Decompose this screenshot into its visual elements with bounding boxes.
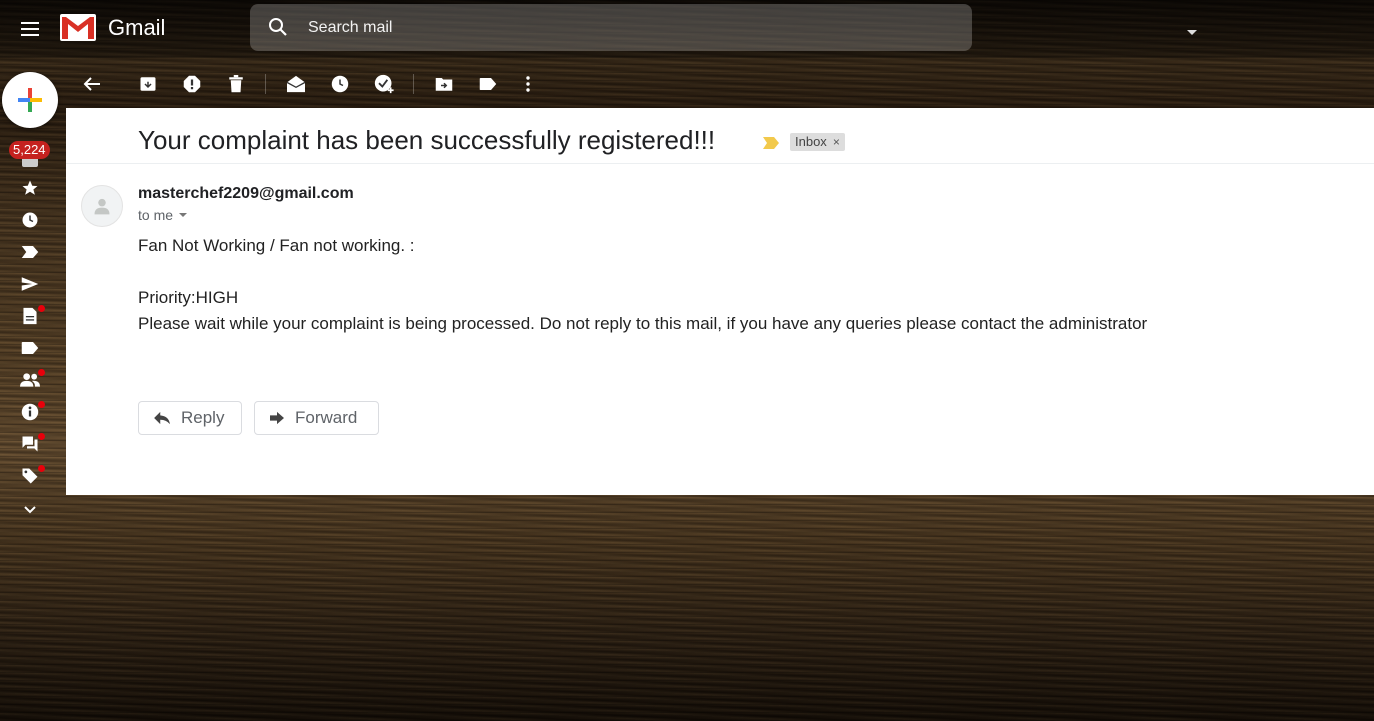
plus-icon — [18, 88, 42, 112]
more-nav[interactable] — [20, 500, 40, 520]
archive-icon — [140, 77, 156, 91]
important-nav[interactable] — [20, 242, 40, 262]
chevron-down-icon — [1187, 30, 1197, 35]
clock-icon — [331, 75, 349, 93]
menu-icon-line — [21, 34, 39, 36]
important-marker-icon[interactable] — [763, 136, 779, 154]
categories-nav[interactable] — [20, 338, 40, 358]
forum-icon — [22, 436, 38, 452]
notification-dot — [38, 369, 45, 376]
updates-nav[interactable] — [20, 402, 40, 422]
draft-icon — [23, 307, 37, 325]
search-icon[interactable] — [268, 17, 288, 42]
tag-icon — [22, 468, 38, 484]
menu-icon-line — [21, 28, 39, 30]
forums-nav[interactable] — [20, 434, 40, 454]
notification-dot — [38, 305, 45, 312]
search-input[interactable] — [306, 14, 910, 42]
star-icon — [22, 180, 38, 195]
notification-dot — [38, 433, 45, 440]
search-options-button[interactable] — [1187, 30, 1197, 35]
email-subject: Your complaint has been successfully reg… — [138, 125, 716, 155]
toolbar-separator — [413, 74, 414, 94]
report-spam-button[interactable] — [182, 74, 202, 94]
more-vert-icon — [526, 76, 530, 92]
info-icon — [21, 403, 39, 421]
person-icon — [94, 198, 110, 215]
recipient-details[interactable]: to me — [138, 207, 188, 223]
forward-label: Forward — [295, 408, 358, 427]
sent-nav[interactable] — [20, 274, 40, 294]
move-to-icon — [435, 78, 453, 91]
compose-button[interactable] — [2, 72, 58, 128]
forward-button[interactable]: Forward — [254, 401, 379, 435]
arrow-back-icon — [83, 77, 100, 91]
label-icon — [21, 342, 39, 354]
social-nav[interactable] — [20, 370, 40, 390]
notification-dot — [38, 465, 45, 472]
notification-dot — [38, 401, 45, 408]
clock-icon — [22, 212, 38, 228]
drafts-nav[interactable] — [20, 306, 40, 326]
gmail-m-icon — [60, 14, 96, 41]
email-body-line: Fan Not Working / Fan not working. : — [138, 236, 415, 255]
inbox-label-text[interactable]: Inbox — [795, 133, 827, 151]
send-icon — [21, 277, 39, 291]
label-important-icon — [21, 246, 39, 258]
toolbar-separator — [265, 74, 266, 94]
unread-count-badge: 5,224 — [9, 141, 50, 159]
reply-icon — [154, 411, 170, 425]
add-task-icon — [374, 74, 394, 94]
snoozed-nav[interactable] — [20, 210, 40, 230]
mark-unread-button[interactable] — [286, 74, 306, 94]
more-options-button[interactable] — [518, 74, 538, 94]
archive-button[interactable] — [138, 74, 158, 94]
chevron-down-icon — [24, 506, 36, 514]
top-bar: Gmail — [0, 0, 1374, 58]
search-bar — [250, 4, 1197, 51]
trash-icon — [229, 75, 243, 93]
labels-button[interactable] — [478, 74, 498, 94]
recipient-text: to me — [138, 207, 174, 223]
divider — [66, 163, 1374, 164]
move-to-button[interactable] — [434, 74, 454, 94]
email-view: Your complaint has been successfully reg… — [66, 108, 1374, 495]
starred-nav[interactable] — [20, 178, 40, 198]
gmail-logo[interactable]: Gmail — [60, 14, 165, 41]
delete-button[interactable] — [226, 74, 246, 94]
remove-label-button[interactable]: × — [833, 133, 840, 151]
sender-email[interactable]: masterchef2209@gmail.com — [138, 185, 354, 203]
mail-open-icon — [286, 75, 306, 93]
reply-button[interactable]: Reply — [138, 401, 242, 435]
inbox-label-chip: Inbox × — [790, 133, 845, 151]
promotions-nav[interactable] — [20, 466, 40, 486]
main-menu-button[interactable] — [14, 14, 46, 44]
email-body-line: Please wait while your complaint is bein… — [138, 314, 1148, 333]
reply-label: Reply — [181, 408, 225, 427]
snooze-button[interactable] — [330, 74, 350, 94]
forward-icon — [270, 411, 284, 425]
people-icon — [20, 373, 40, 387]
report-icon — [183, 75, 201, 93]
add-to-tasks-button[interactable] — [374, 74, 394, 94]
menu-icon — [21, 22, 39, 24]
app-name: Gmail — [108, 14, 166, 40]
email-body-line: Priority:HIGH — [138, 288, 239, 307]
chevron-down-icon — [179, 213, 188, 217]
label-icon — [479, 78, 497, 90]
avatar[interactable] — [81, 185, 123, 227]
back-button[interactable] — [82, 74, 102, 94]
